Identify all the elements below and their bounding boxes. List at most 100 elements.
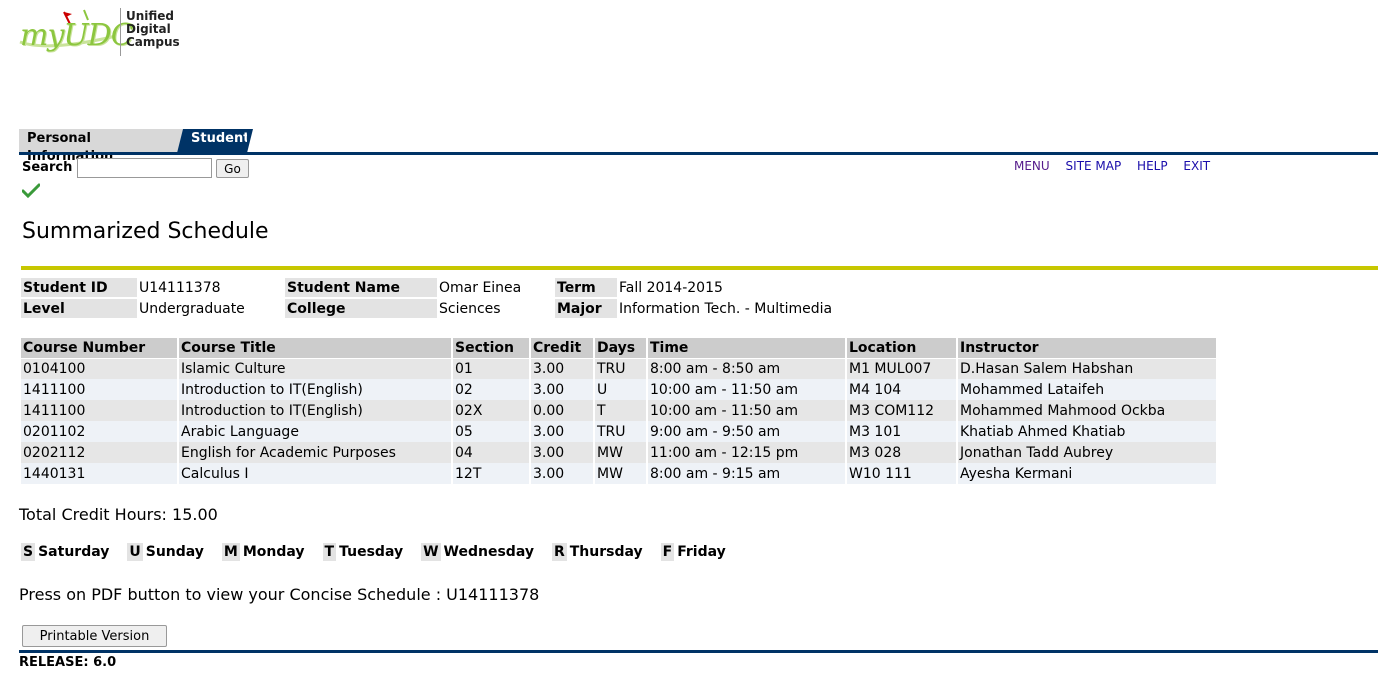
credit: 0.00 — [530, 400, 595, 421]
credit: 3.00 — [530, 379, 595, 400]
pdf-note: Press on PDF button to view your Concise… — [19, 585, 540, 604]
search-input[interactable] — [77, 158, 212, 178]
student-id-value: U14111378 — [139, 279, 221, 296]
level-value: Undergraduate — [139, 300, 245, 317]
major-value: Information Tech. - Multimedia — [619, 300, 833, 317]
course-title: Calculus I — [178, 463, 453, 484]
instructor: Ayesha Kermani — [957, 463, 1218, 484]
logo-line: Campus — [126, 35, 180, 49]
udc-logo: myUDC Unified Digital Campus — [18, 6, 188, 60]
course-title: Islamic Culture — [178, 358, 453, 379]
location: W10 111 — [846, 463, 958, 484]
day-name: Friday — [677, 544, 726, 560]
student-info-table: Student ID U14111378 Student Name Omar E… — [21, 276, 834, 320]
location: M3 COM112 — [846, 400, 958, 421]
student-name-value: Omar Einea — [439, 279, 522, 296]
time: 8:00 am - 8:50 am — [647, 358, 847, 379]
col-days: Days — [594, 338, 648, 359]
credit: 3.00 — [530, 358, 595, 379]
day-legend-item: U Sunday — [127, 543, 204, 561]
section: 12T — [452, 463, 531, 484]
days: TRU — [594, 358, 648, 379]
table-row: 0201102 Arabic Language 05 3.00 TRU 9:00… — [21, 421, 1218, 442]
page-title: Summarized Schedule — [22, 219, 269, 244]
college-value: Sciences — [439, 300, 501, 317]
table-row: 1411100 Introduction to IT(English) 02X … — [21, 400, 1218, 421]
instructor: Khatiab Ahmed Khatiab — [957, 421, 1218, 442]
instructor: Mohammed Lataifeh — [957, 379, 1218, 400]
time: 10:00 am - 11:50 am — [647, 379, 847, 400]
instructor: Jonathan Tadd Aubrey — [957, 442, 1218, 463]
day-code: M — [221, 543, 240, 561]
nav-divider — [19, 152, 1378, 155]
location: M3 101 — [846, 421, 958, 442]
section: 05 — [452, 421, 531, 442]
college-label: College — [285, 299, 437, 318]
course-title: English for Academic Purposes — [178, 442, 453, 463]
course-number: 1440131 — [21, 463, 179, 484]
days: TRU — [594, 421, 648, 442]
section: 02X — [452, 400, 531, 421]
course-number: 0202112 — [21, 442, 179, 463]
logo-caption: Unified Digital Campus — [126, 10, 180, 49]
col-location: Location — [846, 338, 958, 359]
tab-personal-information[interactable]: Personal Information — [19, 129, 183, 164]
footer-divider — [19, 650, 1378, 653]
day-name: Wednesday — [443, 544, 534, 560]
logo-wordmark: myUDC — [20, 18, 134, 53]
course-title: Introduction to IT(English) — [178, 379, 453, 400]
day-code: F — [660, 543, 675, 561]
go-button[interactable]: Go — [216, 159, 249, 178]
schedule-table: Course Number Course Title Section Credi… — [21, 338, 1218, 484]
days: T — [594, 400, 648, 421]
printable-version-button[interactable]: Printable Version — [22, 625, 167, 647]
day-code: T — [322, 543, 337, 561]
col-time: Time — [647, 338, 847, 359]
day-legend-item: S Saturday — [21, 543, 110, 561]
title-rule — [21, 266, 1378, 270]
day-name: Thursday — [569, 544, 643, 560]
course-number: 1411100 — [21, 379, 179, 400]
help-link[interactable]: HELP — [1137, 159, 1168, 173]
student-name-label: Student Name — [285, 278, 437, 297]
day-name: Sunday — [145, 544, 204, 560]
table-row: 1411100 Introduction to IT(English) 02 3… — [21, 379, 1218, 400]
section: 02 — [452, 379, 531, 400]
course-number: 0104100 — [21, 358, 179, 379]
day-name: Saturday — [38, 544, 110, 560]
table-row: 0104100 Islamic Culture 01 3.00 TRU 8:00… — [21, 358, 1218, 379]
site-map-link[interactable]: SITE MAP — [1066, 159, 1122, 173]
logo-divider — [120, 8, 121, 56]
time: 11:00 am - 12:15 pm — [647, 442, 847, 463]
day-name: Monday — [242, 544, 305, 560]
location: M3 028 — [846, 442, 958, 463]
search-label: Search — [22, 160, 73, 175]
day-legend-item: M Monday — [221, 543, 305, 561]
location: M1 MUL007 — [846, 358, 958, 379]
credit: 3.00 — [530, 421, 595, 442]
day-legend-item: R Thursday — [551, 543, 643, 561]
major-label: Major — [555, 299, 617, 318]
info-row: Student ID U14111378 Student Name Omar E… — [21, 278, 834, 297]
day-name: Tuesday — [339, 544, 404, 560]
release-info: RELEASE: 6.0 — [19, 655, 117, 670]
location: M4 104 — [846, 379, 958, 400]
day-legend-item: F Friday — [660, 543, 726, 561]
credit: 3.00 — [530, 463, 595, 484]
section: 04 — [452, 442, 531, 463]
section: 01 — [452, 358, 531, 379]
top-links: MENU SITE MAP HELP EXIT — [1014, 159, 1222, 173]
menu-link[interactable]: MENU — [1014, 159, 1050, 173]
term-label: Term — [555, 278, 617, 297]
tab-student[interactable]: Student — [177, 129, 253, 153]
day-code: S — [21, 543, 36, 561]
day-legend-item: W Wednesday — [421, 543, 534, 561]
days: U — [594, 379, 648, 400]
exit-link[interactable]: EXIT — [1183, 159, 1210, 173]
course-number: 1411100 — [21, 400, 179, 421]
course-number: 0201102 — [21, 421, 179, 442]
days-legend: S Saturday U Sunday M Monday T Tuesday W Wedn… — [21, 543, 744, 561]
level-label: Level — [21, 299, 137, 318]
table-row: 1440131 Calculus I 12T 3.00 MW 8:00 am -… — [21, 463, 1218, 484]
instructor: D.Hasan Salem Habshan — [957, 358, 1218, 379]
